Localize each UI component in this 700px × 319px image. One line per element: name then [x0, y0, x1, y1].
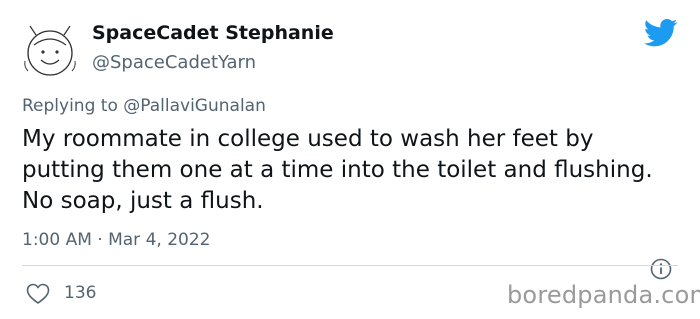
- replying-to-label: Replying to: [22, 96, 118, 116]
- replying-to: Replying to @PallaviGunalan: [22, 96, 266, 116]
- tweet-timestamp[interactable]: 1:00 AM · Mar 4, 2022: [22, 230, 210, 250]
- divider: [22, 265, 678, 266]
- twitter-bird-icon[interactable]: [644, 18, 678, 48]
- like-count: 136: [64, 283, 97, 303]
- info-icon[interactable]: [649, 257, 673, 281]
- avatar[interactable]: [22, 23, 78, 79]
- heart-icon[interactable]: [26, 283, 50, 305]
- tweet-text: My roommate in college used to wash her …: [22, 126, 653, 214]
- author-display-name[interactable]: SpaceCadet Stephanie: [92, 22, 334, 44]
- replying-to-handle[interactable]: @PallaviGunalan: [123, 96, 266, 116]
- watermark: boredpanda.com: [507, 281, 700, 309]
- author-handle[interactable]: @SpaceCadetYarn: [92, 52, 256, 73]
